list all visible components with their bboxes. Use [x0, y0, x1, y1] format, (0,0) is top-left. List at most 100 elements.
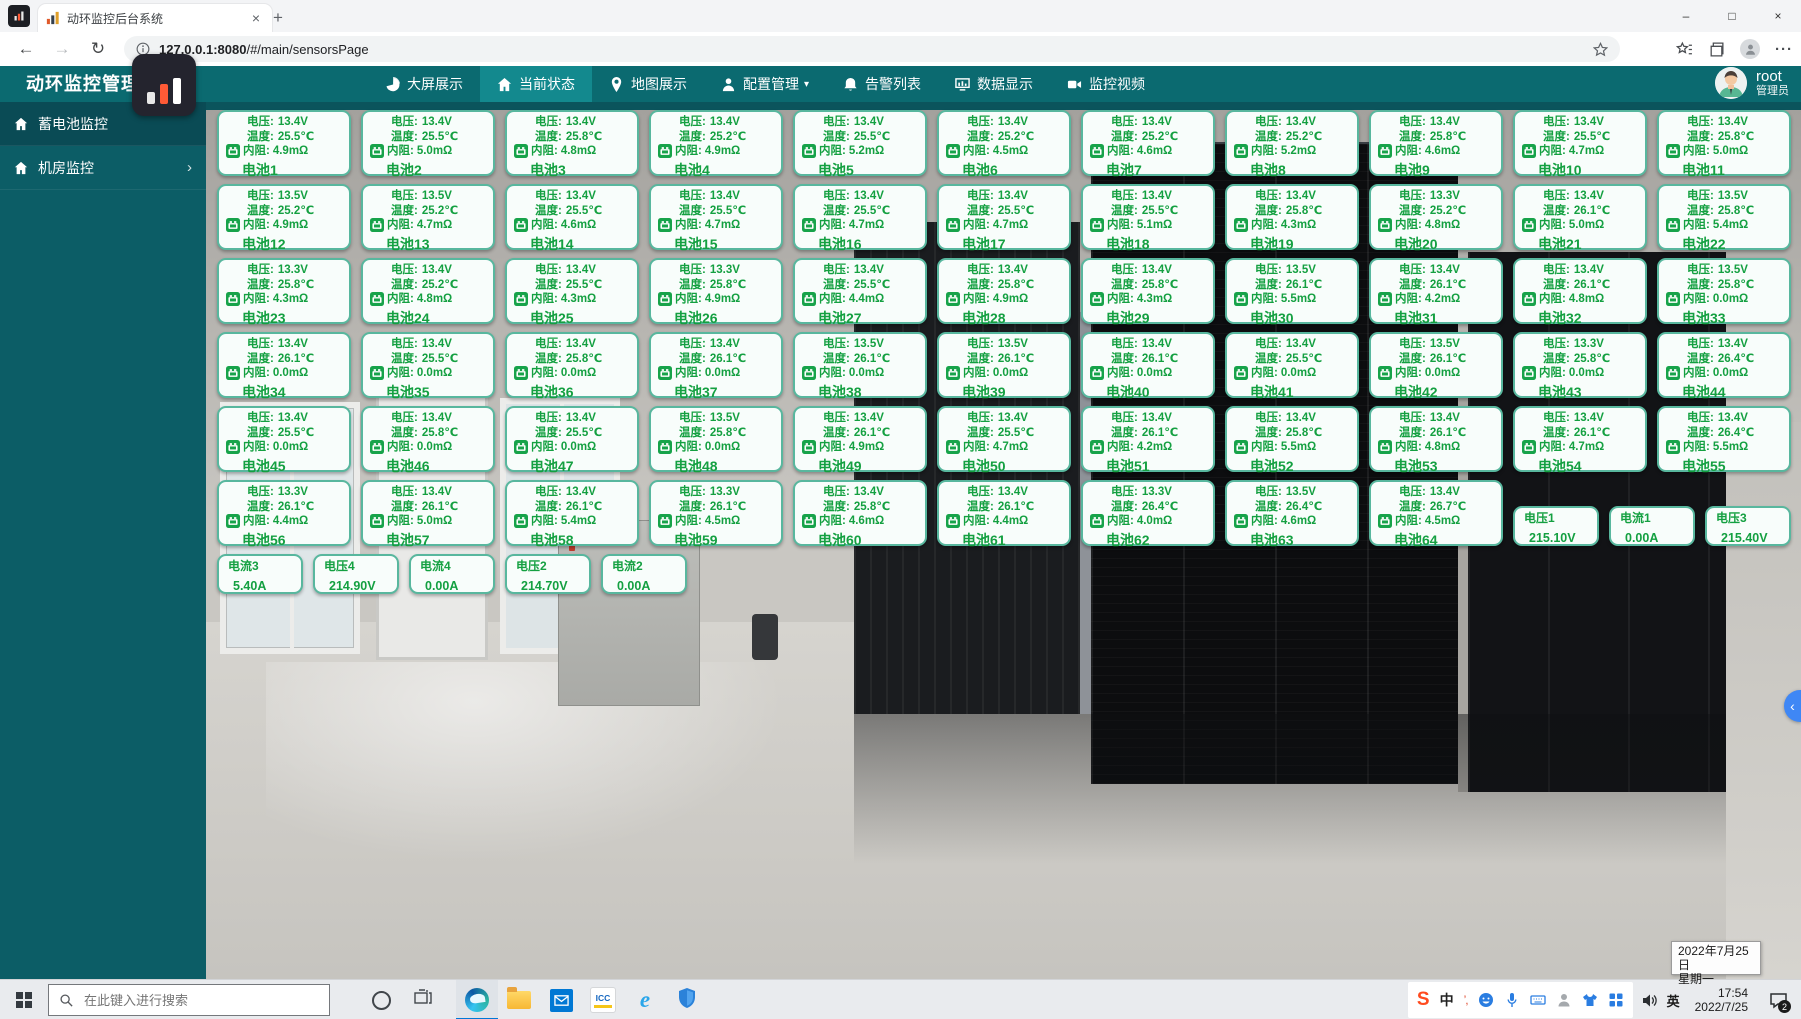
ime-mode-chinese[interactable]: 中	[1440, 990, 1454, 1010]
language-indicator[interactable]: 英	[1667, 991, 1680, 1010]
battery-card[interactable]: 电压:13.4V 温度:25.5℃ 内阻:4.3mΩ 电池25	[505, 258, 639, 324]
battery-card[interactable]: 电压:13.5V 温度:25.8℃ 内阻:0.0mΩ 电池33	[1657, 258, 1791, 324]
maximize-button[interactable]: □	[1709, 0, 1755, 32]
collections-icon[interactable]	[1708, 41, 1725, 58]
ime-account-icon[interactable]	[1556, 992, 1572, 1008]
battery-card[interactable]: 电压:13.4V 温度:26.1℃ 内阻:4.7mΩ 电池54	[1513, 406, 1647, 472]
battery-card[interactable]: 电压:13.4V 温度:25.2℃ 内阻:4.8mΩ 电池24	[361, 258, 495, 324]
battery-card[interactable]: 电压:13.5V 温度:26.4℃ 内阻:4.6mΩ 电池63	[1225, 480, 1359, 546]
battery-card[interactable]: 电压:13.4V 温度:26.1℃ 内阻:4.2mΩ 电池51	[1081, 406, 1215, 472]
battery-card[interactable]: 电压:13.4V 温度:26.7℃ 内阻:4.5mΩ 电池64	[1369, 480, 1503, 546]
battery-card[interactable]: 电压:13.5V 温度:26.1℃ 内阻:0.0mΩ 电池42	[1369, 332, 1503, 398]
battery-card[interactable]: 电压:13.4V 温度:26.1℃ 内阻:5.0mΩ 电池21	[1513, 184, 1647, 250]
sidebar-item-1[interactable]: 机房监控 ›	[0, 146, 206, 190]
battery-card[interactable]: 电压:13.4V 温度:25.8℃ 内阻:4.3mΩ 电池29	[1081, 258, 1215, 324]
search-input[interactable]	[82, 992, 319, 1009]
battery-card[interactable]: 电压:13.4V 温度:26.4℃ 内阻:5.5mΩ 电池55	[1657, 406, 1791, 472]
battery-card[interactable]: 电压:13.4V 温度:25.2℃ 内阻:4.5mΩ 电池6	[937, 110, 1071, 176]
battery-card[interactable]: 电压:13.4V 温度:25.8℃ 内阻:0.0mΩ 电池46	[361, 406, 495, 472]
ime-skin-shirt-icon[interactable]	[1582, 992, 1598, 1008]
nav-item-6[interactable]: 监控视频	[1050, 66, 1162, 102]
battery-card[interactable]: 电压:13.4V 温度:26.1℃ 内阻:5.4mΩ 电池58	[505, 480, 639, 546]
sensor-card[interactable]: 电压3 215.40V	[1705, 506, 1791, 546]
voice-mic-icon[interactable]	[1504, 992, 1520, 1008]
nav-item-1[interactable]: 当前状态	[480, 66, 592, 102]
taskbar-security-button[interactable]	[666, 980, 708, 1019]
battery-card[interactable]: 电压:13.4V 温度:25.8℃ 内阻:4.3mΩ 电池19	[1225, 184, 1359, 250]
tab-close-icon[interactable]: ×	[248, 10, 264, 26]
user-box[interactable]: root 管理员	[1715, 67, 1789, 99]
taskbar-icc-button[interactable]: ICC	[582, 980, 624, 1019]
taskbar-ie-button[interactable]: e	[624, 980, 666, 1019]
battery-card[interactable]: 电压:13.4V 温度:25.5℃ 内阻:4.6mΩ 电池14	[505, 184, 639, 250]
battery-card[interactable]: 电压:13.4V 温度:26.1℃ 内阻:4.8mΩ 电池32	[1513, 258, 1647, 324]
battery-card[interactable]: 电压:13.4V 温度:26.1℃ 内阻:0.0mΩ 电池37	[649, 332, 783, 398]
browser-profile-avatar[interactable]	[1740, 39, 1760, 59]
battery-card[interactable]: 电压:13.4V 温度:25.8℃ 内阻:5.0mΩ 电池11	[1657, 110, 1791, 176]
battery-card[interactable]: 电压:13.4V 温度:26.1℃ 内阻:4.9mΩ 电池49	[793, 406, 927, 472]
ime-punctuation-icon[interactable]: ’,	[1464, 993, 1468, 1007]
favorites-bar-icon[interactable]	[1676, 41, 1693, 58]
battery-card[interactable]: 电压:13.4V 温度:26.1℃ 内阻:5.0mΩ 电池57	[361, 480, 495, 546]
sensor-card[interactable]: 电压2 214.70V	[505, 554, 591, 594]
battery-card[interactable]: 电压:13.3V 温度:25.8℃ 内阻:4.9mΩ 电池26	[649, 258, 783, 324]
nav-item-0[interactable]: 大屏展示	[368, 66, 480, 102]
battery-card[interactable]: 电压:13.4V 温度:25.5℃ 内阻:4.7mΩ 电池50	[937, 406, 1071, 472]
battery-card[interactable]: 电压:13.4V 温度:25.8℃ 内阻:4.9mΩ 电池28	[937, 258, 1071, 324]
battery-card[interactable]: 电压:13.4V 温度:25.5℃ 内阻:4.7mΩ 电池16	[793, 184, 927, 250]
nav-item-4[interactable]: 告警列表	[826, 66, 938, 102]
sensor-card[interactable]: 电流1 0.00A	[1609, 506, 1695, 546]
ime-toolbox-grid-icon[interactable]	[1608, 992, 1624, 1008]
battery-card[interactable]: 电压:13.4V 温度:25.8℃ 内阻:4.6mΩ 电池60	[793, 480, 927, 546]
battery-card[interactable]: 电压:13.4V 温度:25.5℃ 内阻:4.7mΩ 电池17	[937, 184, 1071, 250]
battery-card[interactable]: 电压:13.3V 温度:26.1℃ 内阻:4.5mΩ 电池59	[649, 480, 783, 546]
sensor-card[interactable]: 电流2 0.00A	[601, 554, 687, 594]
sogou-logo-icon[interactable]: S	[1417, 989, 1430, 1011]
battery-card[interactable]: 电压:13.4V 温度:25.5℃ 内阻:4.7mΩ 电池15	[649, 184, 783, 250]
battery-card[interactable]: 电压:13.4V 温度:25.5℃ 内阻:0.0mΩ 电池47	[505, 406, 639, 472]
battery-card[interactable]: 电压:13.3V 温度:25.8℃ 内阻:0.0mΩ 电池43	[1513, 332, 1647, 398]
refresh-button[interactable]: ↻	[86, 37, 110, 61]
emoji-smiley-icon[interactable]	[1478, 992, 1494, 1008]
battery-card[interactable]: 电压:13.4V 温度:25.8℃ 内阻:5.5mΩ 电池52	[1225, 406, 1359, 472]
action-center-button[interactable]: 2	[1763, 980, 1793, 1019]
battery-card[interactable]: 电压:13.4V 温度:25.5℃ 内阻:0.0mΩ 电池45	[217, 406, 351, 472]
battery-card[interactable]: 电压:13.4V 温度:25.8℃ 内阻:0.0mΩ 电池36	[505, 332, 639, 398]
battery-card[interactable]: 电压:13.4V 温度:25.2℃ 内阻:4.6mΩ 电池7	[1081, 110, 1215, 176]
battery-card[interactable]: 电压:13.3V 温度:26.1℃ 内阻:4.4mΩ 电池56	[217, 480, 351, 546]
battery-card[interactable]: 电压:13.5V 温度:25.2℃ 内阻:4.7mΩ 电池13	[361, 184, 495, 250]
taskbar-mail-button[interactable]	[540, 980, 582, 1019]
battery-card[interactable]: 电压:13.4V 温度:25.5℃ 内阻:0.0mΩ 电池35	[361, 332, 495, 398]
nav-item-2[interactable]: 地图展示	[592, 66, 704, 102]
battery-card[interactable]: 电压:13.5V 温度:25.8℃ 内阻:0.0mΩ 电池48	[649, 406, 783, 472]
battery-card[interactable]: 电压:13.4V 温度:25.5℃ 内阻:5.2mΩ 电池5	[793, 110, 927, 176]
battery-card[interactable]: 电压:13.4V 温度:25.5℃ 内阻:4.7mΩ 电池10	[1513, 110, 1647, 176]
minimize-button[interactable]: –	[1663, 0, 1709, 32]
sensor-card[interactable]: 电压1 215.10V	[1513, 506, 1599, 546]
favorite-star-icon[interactable]	[1593, 42, 1608, 57]
battery-card[interactable]: 电压:13.4V 温度:25.8℃ 内阻:4.6mΩ 电池9	[1369, 110, 1503, 176]
taskbar-search[interactable]	[48, 984, 330, 1016]
nav-item-3[interactable]: 配置管理 ▾	[704, 66, 826, 102]
task-view-button[interactable]	[402, 980, 444, 1019]
browser-menu-ellipsis-icon[interactable]: ···	[1775, 41, 1793, 58]
battery-card[interactable]: 电压:13.5V 温度:26.1℃ 内阻:0.0mΩ 电池38	[793, 332, 927, 398]
keyboard-icon[interactable]	[1530, 992, 1546, 1008]
battery-card[interactable]: 电压:13.4V 温度:25.2℃ 内阻:4.9mΩ 电池4	[649, 110, 783, 176]
new-tab-button[interactable]: +	[266, 7, 290, 29]
start-button[interactable]	[0, 980, 48, 1019]
battery-card[interactable]: 电压:13.4V 温度:26.1℃ 内阻:4.8mΩ 电池53	[1369, 406, 1503, 472]
close-button[interactable]: ×	[1755, 0, 1801, 32]
battery-card[interactable]: 电压:13.4V 温度:25.8℃ 内阻:4.8mΩ 电池3	[505, 110, 639, 176]
battery-card[interactable]: 电压:13.5V 温度:26.1℃ 内阻:5.5mΩ 电池30	[1225, 258, 1359, 324]
sensor-card[interactable]: 电流4 0.00A	[409, 554, 495, 594]
battery-card[interactable]: 电压:13.4V 温度:25.2℃ 内阻:5.2mΩ 电池8	[1225, 110, 1359, 176]
battery-card[interactable]: 电压:13.5V 温度:26.1℃ 内阻:0.0mΩ 电池39	[937, 332, 1071, 398]
battery-card[interactable]: 电压:13.3V 温度:26.4℃ 内阻:4.0mΩ 电池62	[1081, 480, 1215, 546]
battery-card[interactable]: 电压:13.4V 温度:25.5℃ 内阻:0.0mΩ 电池41	[1225, 332, 1359, 398]
back-button[interactable]: ←	[14, 37, 38, 61]
battery-card[interactable]: 电压:13.5V 温度:25.2℃ 内阻:4.9mΩ 电池12	[217, 184, 351, 250]
taskbar-edge-button[interactable]	[456, 980, 498, 1019]
battery-card[interactable]: 电压:13.3V 温度:25.8℃ 内阻:4.3mΩ 电池23	[217, 258, 351, 324]
cortana-button[interactable]	[360, 980, 402, 1019]
